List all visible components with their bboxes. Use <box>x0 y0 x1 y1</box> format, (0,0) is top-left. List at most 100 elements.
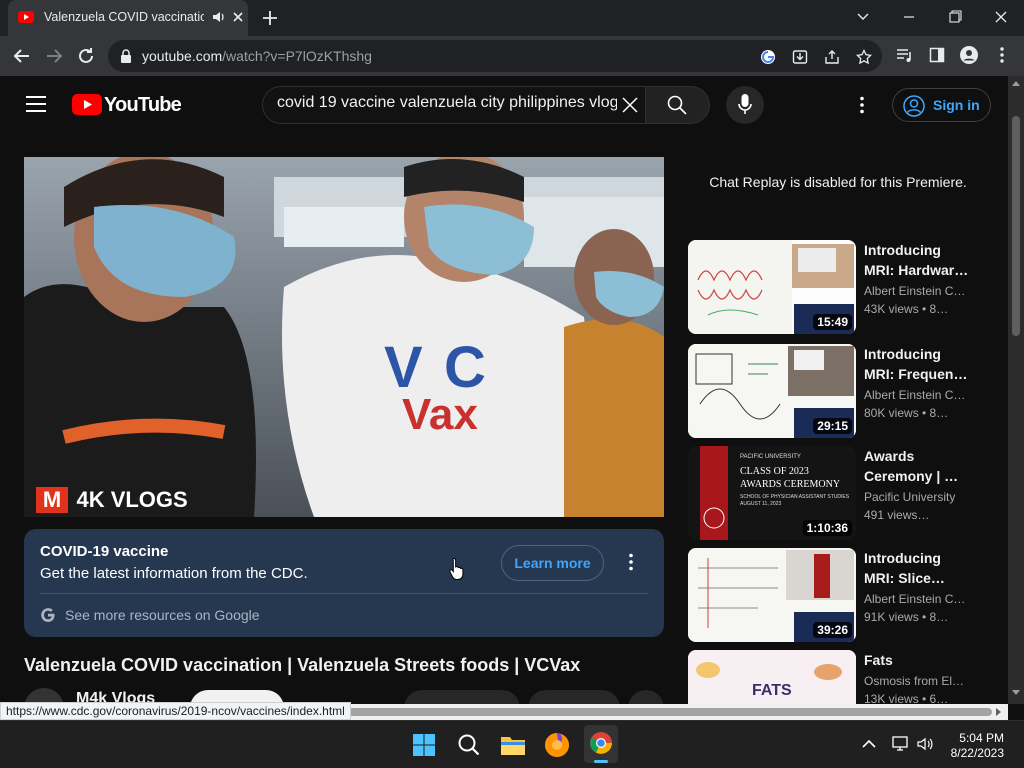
tab-search-chevron-icon[interactable] <box>850 6 876 28</box>
sign-in-button[interactable]: Sign in <box>892 88 991 122</box>
recommended-views: 43K views • 8… <box>864 302 949 316</box>
scroll-up-arrow-icon[interactable] <box>1012 80 1020 86</box>
recommended-channel[interactable]: Albert Einstein C… <box>864 388 974 402</box>
recommended-video[interactable]: PACIFIC UNIVERSITY CLASS OF 2023 AWARDS … <box>688 446 988 542</box>
video-thumbnail[interactable]: 29:15 <box>688 344 856 438</box>
bookmark-star-icon[interactable] <box>856 49 872 65</box>
microphone-icon <box>738 94 752 114</box>
windows-taskbar: 5:04 PM 8/22/2023 <box>0 720 1024 768</box>
recommended-video[interactable]: 29:15 Introducing MRI: Frequen… Albert E… <box>688 344 988 440</box>
restore-icon[interactable] <box>942 6 968 28</box>
recommended-views: 80K views • 8… <box>864 406 949 420</box>
forward-arrow-icon[interactable] <box>42 44 66 68</box>
file-explorer-icon[interactable] <box>500 734 526 756</box>
video-thumbnail[interactable]: FATS <box>688 650 856 704</box>
clock-time: 5:04 PM <box>959 731 1004 745</box>
back-arrow-icon[interactable] <box>10 44 34 68</box>
watermark-m-logo: M <box>36 487 68 513</box>
info-panel-title: COVID-19 vaccine <box>40 543 169 560</box>
recommended-channel[interactable]: Pacific University <box>864 490 974 504</box>
install-app-icon[interactable] <box>792 49 808 65</box>
learn-more-button[interactable]: Learn more <box>501 545 604 581</box>
recommended-video[interactable]: FATS Fats Osmosis from El… 13K views • 6… <box>688 650 988 704</box>
reload-icon[interactable] <box>74 44 98 68</box>
recommended-title[interactable]: Introducing MRI: Slice… <box>864 548 972 588</box>
info-panel-menu-icon[interactable] <box>627 553 635 571</box>
recommended-channel[interactable]: Albert Einstein C… <box>864 592 974 606</box>
youtube-play-logo-icon <box>72 94 102 115</box>
search-box[interactable] <box>262 86 646 124</box>
link-status-bubble: https://www.cdc.gov/coronavirus/2019-nco… <box>0 702 351 720</box>
browser-menu-icon[interactable] <box>996 46 1008 64</box>
health-info-panel: COVID-19 vaccine Get the latest informat… <box>24 529 664 637</box>
chrome-taskbar-button[interactable] <box>584 725 618 763</box>
info-panel-subtitle: Get the latest information from the CDC. <box>40 565 308 582</box>
url-text[interactable]: youtube.com/watch?v=P7lOzKThshg <box>142 48 372 64</box>
search-button[interactable] <box>646 86 710 124</box>
search-input[interactable] <box>277 94 617 112</box>
vertical-scrollbar[interactable] <box>1008 76 1024 704</box>
tab-close-icon[interactable] <box>230 9 246 25</box>
info-panel-divider <box>40 593 648 594</box>
side-panel-icon[interactable] <box>929 47 945 63</box>
volume-icon[interactable] <box>916 735 934 753</box>
system-clock[interactable]: 5:04 PM 8/22/2023 <box>944 731 1004 761</box>
video-player[interactable]: V C Vax M 4K VLOGS <box>24 157 664 517</box>
recommended-title[interactable]: Introducing MRI: Frequen… <box>864 344 972 384</box>
window-close-icon[interactable] <box>988 6 1014 28</box>
windows-start-icon[interactable] <box>412 733 436 757</box>
network-icon[interactable] <box>892 735 910 753</box>
video-thumbnail[interactable]: 39:26 <box>688 548 856 642</box>
recommended-views: 13K views • 6… <box>864 692 949 704</box>
url-host: youtube.com <box>142 48 223 64</box>
svg-text:Vax: Vax <box>402 390 478 439</box>
settings-kebab-icon[interactable] <box>858 96 866 114</box>
scroll-down-arrow-icon[interactable] <box>1012 690 1020 696</box>
media-control-icon[interactable] <box>896 47 914 63</box>
video-title: Valenzuela COVID vaccination | Valenzuel… <box>24 655 581 675</box>
google-g-icon <box>41 608 55 622</box>
clear-search-icon[interactable] <box>621 96 639 114</box>
share-icon[interactable] <box>824 49 840 65</box>
recommended-title[interactable]: Awards Ceremony | … <box>864 446 972 486</box>
thumbnail-caption-small: PACIFIC UNIVERSITY <box>740 454 801 460</box>
recommended-channel[interactable]: Osmosis from El… <box>864 674 974 688</box>
recommended-views: 491 views… <box>864 508 930 522</box>
video-duration: 29:15 <box>813 418 852 434</box>
scroll-right-arrow-icon[interactable] <box>996 708 1002 716</box>
voice-search-button[interactable] <box>726 86 764 124</box>
more-resources-link[interactable]: See more resources on Google <box>65 607 260 623</box>
minimize-icon[interactable] <box>896 6 922 28</box>
video-duration: 15:49 <box>813 314 852 330</box>
new-tab-icon[interactable] <box>260 8 280 28</box>
sign-in-label: Sign in <box>933 97 980 113</box>
video-thumbnail[interactable]: 15:49 <box>688 240 856 334</box>
recommended-video[interactable]: 15:49 Introducing MRI: Hardwar… Albert E… <box>688 240 988 336</box>
vertical-scroll-thumb[interactable] <box>1012 116 1020 336</box>
youtube-masthead: YouTube Sign in <box>0 76 1008 132</box>
profile-icon[interactable] <box>960 46 978 64</box>
tab-title: Valenzuela COVID vaccinatio <box>44 10 204 24</box>
hamburger-menu-icon[interactable] <box>26 96 46 112</box>
recommended-video[interactable]: 39:26 Introducing MRI: Slice… Albert Ein… <box>688 548 988 644</box>
google-lens-icon[interactable] <box>760 49 776 65</box>
video-thumbnail[interactable]: PACIFIC UNIVERSITY CLASS OF 2023 AWARDS … <box>688 446 856 540</box>
hand-cursor-icon <box>449 557 464 580</box>
recommended-channel[interactable]: Albert Einstein C… <box>864 284 974 298</box>
video-duration: 1:10:36 <box>802 520 852 536</box>
thumbnail-caption-class: CLASS OF 2023 <box>740 466 809 477</box>
youtube-favicon-icon <box>18 11 34 23</box>
search-icon <box>667 95 687 115</box>
lock-icon[interactable] <box>120 49 132 63</box>
firefox-icon[interactable] <box>544 732 570 758</box>
browser-tab[interactable]: Valenzuela COVID vaccinatio <box>8 0 248 36</box>
address-bar[interactable]: youtube.com/watch?v=P7lOzKThshg <box>108 40 882 72</box>
tray-chevron-up-icon[interactable] <box>862 739 876 749</box>
speaker-icon[interactable] <box>212 10 226 24</box>
recommended-title[interactable]: Fats <box>864 650 972 670</box>
taskbar-search-icon[interactable] <box>457 733 481 757</box>
recommended-views: 91K views • 8… <box>864 610 949 624</box>
youtube-logo[interactable]: YouTube <box>72 94 182 116</box>
recommended-title[interactable]: Introducing MRI: Hardwar… <box>864 240 972 280</box>
clock-date: 8/22/2023 <box>950 746 1004 760</box>
